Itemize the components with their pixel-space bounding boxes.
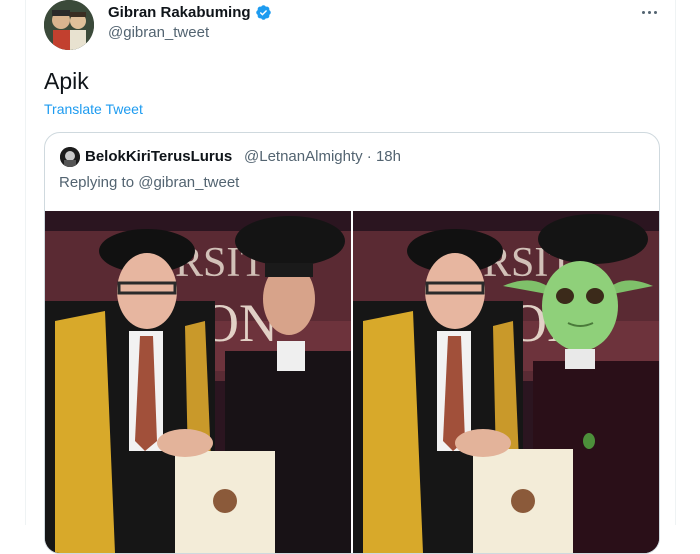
quoted-photos: RSIT ON RSIT bbox=[45, 211, 659, 553]
meta-separator: · bbox=[366, 148, 376, 165]
replying-to-prefix: Replying to bbox=[59, 174, 135, 191]
author-handle[interactable]: @gibran_tweet bbox=[108, 24, 209, 41]
card-border-right bbox=[675, 0, 676, 525]
verified-badge-icon bbox=[255, 5, 271, 20]
quoted-photo-original[interactable]: RSIT ON bbox=[45, 211, 351, 553]
quoted-meta: @LetnanAlmighty · 18h bbox=[244, 148, 401, 165]
author-name-row[interactable]: Gibran Rakabuming bbox=[108, 4, 272, 21]
tweet-text: Apik bbox=[44, 68, 89, 94]
quoted-author-name: BelokKiriTerusLurus bbox=[85, 148, 233, 165]
replying-to: Replying to @gibran_tweet bbox=[59, 174, 239, 191]
translate-tweet-link[interactable]: Translate Tweet bbox=[44, 101, 143, 117]
quoted-author-avatar bbox=[60, 147, 80, 167]
photo-edited-image: RSIT ON bbox=[353, 211, 659, 553]
avatar-image bbox=[44, 0, 94, 50]
photo-original-image: RSIT ON bbox=[45, 211, 351, 553]
more-horizontal-icon-dot bbox=[653, 10, 657, 14]
author-avatar[interactable] bbox=[44, 0, 94, 50]
quoted-time: 18h bbox=[375, 148, 401, 165]
quoted-photo-edited[interactable]: RSIT ON bbox=[353, 211, 659, 553]
card-border-left bbox=[25, 0, 26, 525]
more-horizontal-icon-dot bbox=[647, 10, 651, 14]
replying-to-mention: @gibran_tweet bbox=[138, 174, 240, 191]
quoted-avatar-image bbox=[60, 147, 80, 167]
more-horizontal-icon bbox=[641, 10, 645, 14]
quoted-tweet-card[interactable]: BelokKiriTerusLurus @LetnanAlmighty · 18… bbox=[44, 132, 660, 554]
author-name[interactable]: Gibran Rakabuming bbox=[108, 4, 251, 21]
quoted-author-handle: @LetnanAlmighty bbox=[244, 148, 363, 165]
more-options-button[interactable] bbox=[636, 2, 662, 22]
